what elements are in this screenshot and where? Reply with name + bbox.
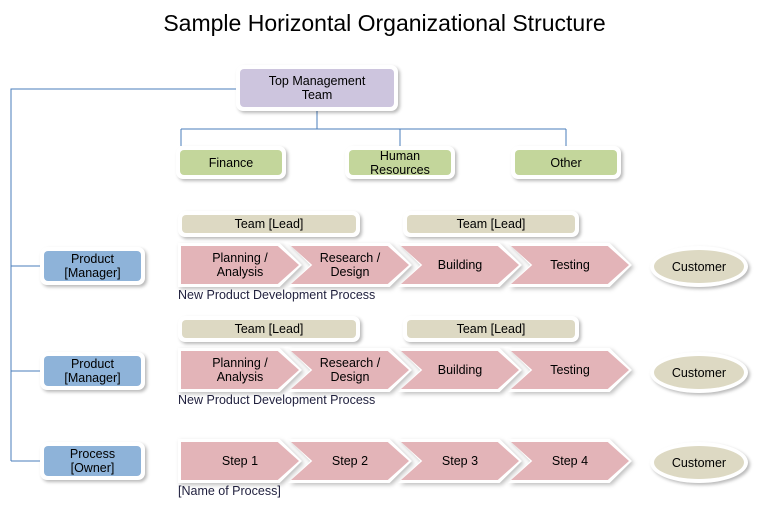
process-step-row-3-3-label: Step 3 [401,442,519,480]
process-step-row-2-2-label: Research / Design [291,351,409,389]
node-top-management-team[interactable]: Top Management Team [236,65,398,111]
process-step-row-3-2-label: Step 2 [291,442,409,480]
process-step-row-2-3-label: Building [401,351,519,389]
process-step-row-2-3[interactable]: Building [398,348,522,392]
node-team-row-1-right-label: Team [Lead] [407,215,575,233]
process-caption-row-3: [Name of Process] [178,484,281,498]
process-step-row-1-1[interactable]: Planning / Analysis [178,243,302,287]
node-top-management-team-label: Top Management Team [240,69,394,107]
node-team-row-2-right[interactable]: Team [Lead] [403,316,579,342]
node-team-row-2-right-label: Team [Lead] [407,320,575,338]
process-step-row-3-1[interactable]: Step 1 [178,439,302,483]
node-customer-row-3-label: Customer [654,446,744,479]
process-step-row-1-2-label: Research / Design [291,246,409,284]
process-step-row-1-3-label: Building [401,246,519,284]
node-department-finance-label: Finance [180,150,282,175]
node-owner-row-2[interactable]: Product [Manager] [40,352,145,390]
node-team-row-2-left[interactable]: Team [Lead] [178,316,360,342]
page-title: Sample Horizontal Organizational Structu… [163,10,606,36]
node-team-row-2-left-label: Team [Lead] [182,320,356,338]
process-caption-row-1: New Product Development Process [178,288,376,302]
process-step-row-2-1[interactable]: Planning / Analysis [178,348,302,392]
node-department-other[interactable]: Other [511,146,621,179]
process-caption-row-2: New Product Development Process [178,393,376,407]
org-chart-canvas: Sample Horizontal Organizational Structu… [0,0,769,512]
node-department-human-resources-label: Human Resources [349,149,451,177]
node-department-other-label: Other [515,150,617,175]
process-step-row-3-1-label: Step 1 [181,442,299,480]
process-step-row-3-4-label: Step 4 [511,442,629,480]
node-team-row-1-left[interactable]: Team [Lead] [178,211,360,237]
node-team-row-1-left-label: Team [Lead] [182,215,356,233]
node-customer-row-1[interactable]: Customer [650,246,748,287]
process-step-row-1-4[interactable]: Testing [508,243,632,287]
process-step-row-1-3[interactable]: Building [398,243,522,287]
process-step-row-2-4-label: Testing [511,351,629,389]
node-owner-row-2-label: Product [Manager] [44,356,141,386]
node-owner-row-1[interactable]: Product [Manager] [40,247,145,285]
process-step-row-2-1-label: Planning / Analysis [181,351,299,389]
process-step-row-3-4[interactable]: Step 4 [508,439,632,483]
node-owner-row-3[interactable]: Process [Owner] [40,442,145,480]
process-step-row-3-2[interactable]: Step 2 [288,439,412,483]
node-department-human-resources[interactable]: Human Resources [345,146,455,179]
process-step-row-1-4-label: Testing [511,246,629,284]
node-customer-row-1-label: Customer [654,250,744,283]
node-customer-row-3[interactable]: Customer [650,442,748,483]
process-step-row-1-1-label: Planning / Analysis [181,246,299,284]
process-step-row-2-2[interactable]: Research / Design [288,348,412,392]
node-department-finance[interactable]: Finance [176,146,286,179]
node-owner-row-3-label: Process [Owner] [44,446,141,476]
node-team-row-1-right[interactable]: Team [Lead] [403,211,579,237]
node-customer-row-2[interactable]: Customer [650,352,748,393]
process-step-row-1-2[interactable]: Research / Design [288,243,412,287]
node-customer-row-2-label: Customer [654,356,744,389]
process-step-row-2-4[interactable]: Testing [508,348,632,392]
node-owner-row-1-label: Product [Manager] [44,251,141,281]
process-step-row-3-3[interactable]: Step 3 [398,439,522,483]
